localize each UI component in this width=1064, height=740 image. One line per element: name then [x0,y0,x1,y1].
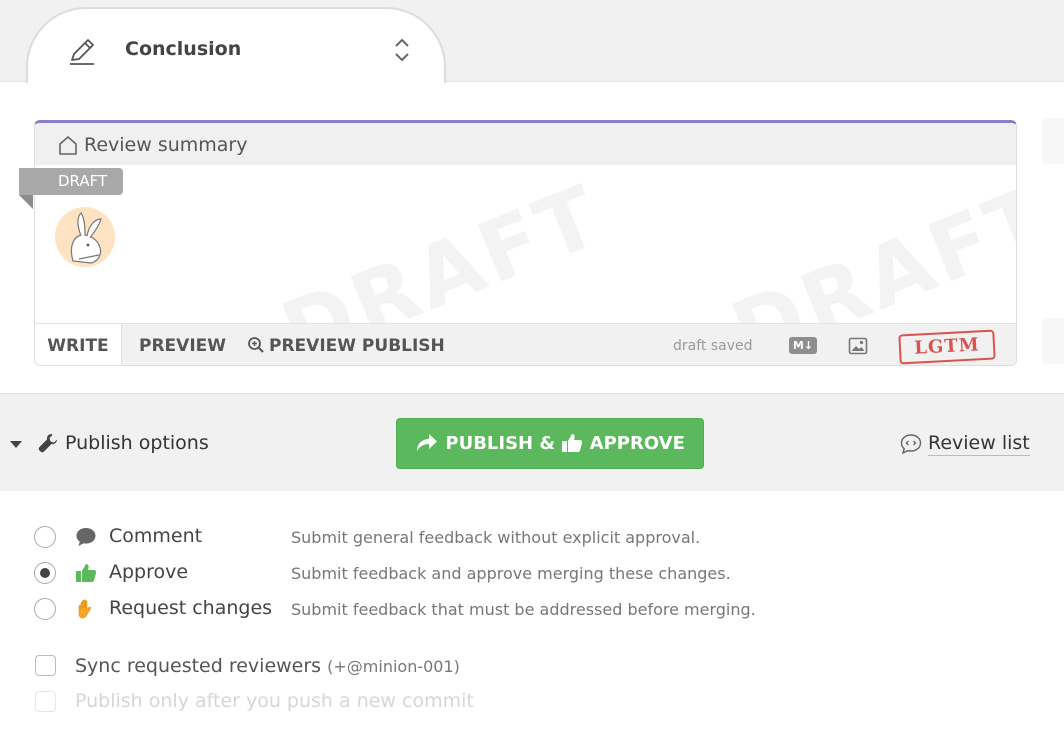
publish-after-push-checkbox [35,691,56,712]
option-description: Submit feedback that must be addressed b… [291,600,756,619]
tab-conclusion[interactable]: Conclusion [26,7,446,83]
draft-status: draft saved [673,338,753,354]
publish-after-push-label: Publish only after you push a new commit [75,690,474,712]
editor-toolbar: WRITE PREVIEW PREVIEW PUBLISH draft save… [35,323,1016,365]
markdown-icon[interactable]: M↓ [789,337,817,354]
option-label: Approve [109,561,189,583]
publish-button-label-2: APPROVE [589,433,685,454]
publish-approve-button[interactable]: PUBLISH & APPROVE [396,418,704,469]
pencil-icon [70,39,94,65]
tab-title: Conclusion [125,38,242,60]
zoom-icon [248,337,264,353]
option-description: Submit general feedback without explicit… [291,528,701,547]
publish-bar: Publish options PUBLISH & APPROVE Review… [0,393,1064,491]
draft-watermark: DRAFT [268,165,616,323]
tab-bar: Conclusion [0,0,1064,83]
side-panel-stub [1042,318,1064,364]
summary-textarea[interactable]: DRAFT DRAFT [35,165,1016,323]
editor-header: Review summary [35,123,1016,165]
speech-bubble-icon [76,528,96,546]
sync-reviewers-text: Sync requested reviewers [75,655,322,677]
side-panel-stub [1042,118,1064,164]
tab-preview-publish-label: PREVIEW PUBLISH [269,336,445,356]
tab-write[interactable]: WRITE [35,324,122,365]
draft-badge-fold [19,195,33,209]
wrench-icon [38,434,57,453]
thumbs-up-icon [562,434,583,452]
avatar [55,207,115,267]
radio-request-changes[interactable] [34,598,56,620]
publish-button-label-1: PUBLISH & [445,433,556,454]
draft-watermark: DRAFT [718,165,1016,323]
review-summary-editor: Review summary DRAFT DRAFT WRITE PREVIEW… [34,120,1017,366]
rabbit-avatar-icon [70,212,102,264]
review-list-link[interactable]: Review list [928,432,1030,456]
option-label: Request changes [109,597,273,619]
tab-preview[interactable]: PREVIEW [139,324,226,365]
option-description: Submit feedback and approve merging thes… [291,564,731,583]
code-bubble-icon [900,434,922,455]
option-approve[interactable]: Approve Submit feedback and approve merg… [34,558,834,588]
option-request-changes[interactable]: Request changes Submit feedback that mus… [34,594,834,624]
lgtm-stamp-button[interactable]: LGTM [898,329,996,365]
sync-reviewers-checkbox[interactable] [35,655,56,676]
radio-comment[interactable] [34,526,56,548]
sync-reviewers-label[interactable]: Sync requested reviewers (+@minion-001) [75,655,460,677]
editor-title: Review summary [84,134,248,156]
draft-badge: DRAFT [19,168,123,195]
home-icon [59,136,77,155]
share-arrow-icon [417,434,438,451]
radio-approve[interactable] [34,562,56,584]
up-down-chevron-icon[interactable] [392,35,412,65]
sync-reviewers-extra: (+@minion-001) [327,657,460,676]
thumbs-up-icon [76,564,97,582]
option-comment[interactable]: Comment Submit general feedback without … [34,522,834,552]
raised-hand-icon [78,599,91,619]
publish-options-toggle[interactable]: Publish options [65,432,209,454]
option-label: Comment [109,525,203,547]
tab-preview-publish[interactable]: PREVIEW PUBLISH [247,324,445,365]
image-icon[interactable] [848,336,868,356]
caret-down-icon[interactable] [10,441,22,448]
